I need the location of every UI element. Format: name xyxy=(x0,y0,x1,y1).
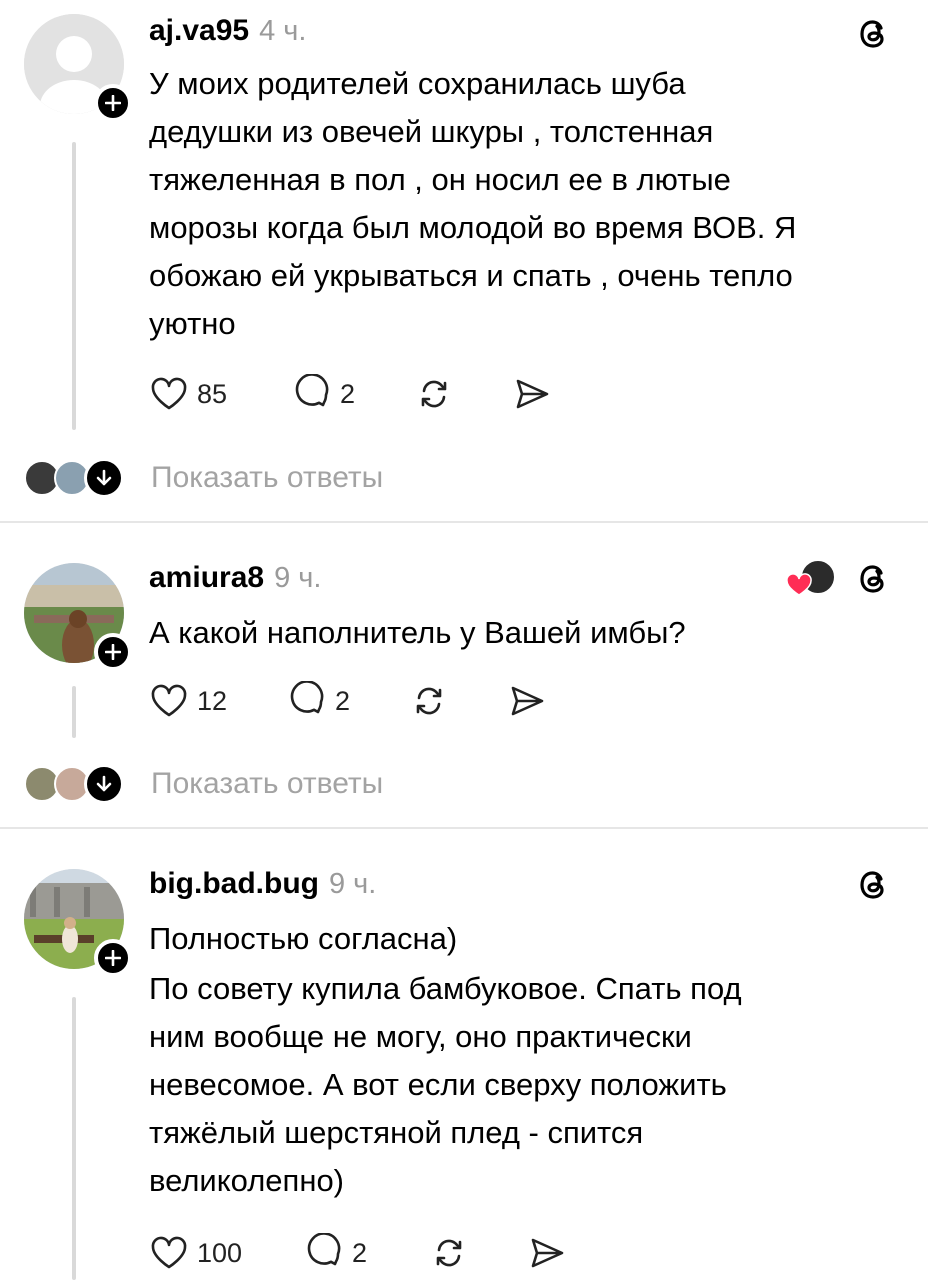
replies-row[interactable]: Показать ответы xyxy=(24,458,454,498)
post-line: обожаю ей укрываться и спать , очень теп… xyxy=(149,258,793,293)
arrow-down-icon xyxy=(96,469,112,486)
threads-logo-icon[interactable] xyxy=(854,559,894,599)
plus-icon xyxy=(105,644,121,660)
liked-by-author-indicator xyxy=(786,559,836,599)
show-replies-link[interactable]: Показать ответы xyxy=(151,461,383,495)
follow-button[interactable] xyxy=(94,939,132,977)
repost-button[interactable] xyxy=(429,1233,527,1273)
threads-logo-icon[interactable] xyxy=(854,14,894,54)
repost-button[interactable] xyxy=(409,681,507,721)
show-replies-link[interactable]: Показать ответы xyxy=(151,767,383,801)
post-actions: 85 2 xyxy=(149,374,552,414)
username[interactable]: big.bad.bug xyxy=(149,867,319,901)
send-icon xyxy=(511,686,544,716)
avatar-wrap[interactable] xyxy=(24,563,132,671)
post-body: Полностью согласна) По совету купила бам… xyxy=(149,915,894,1205)
post-line: А какой наполнитель у Вашей имбы? xyxy=(149,615,686,650)
post-line: невесомое. А вот если сверху положить xyxy=(149,1067,727,1102)
post-line: морозы когда был молодой во время ВОВ. Я xyxy=(149,210,797,245)
threads-logo-icon[interactable] xyxy=(854,865,894,905)
share-button[interactable] xyxy=(512,374,552,414)
post-header: amiura8 9 ч. xyxy=(149,561,321,595)
username[interactable]: aj.va95 xyxy=(149,14,249,48)
plus-icon xyxy=(105,95,121,111)
comment-count: 2 xyxy=(335,685,351,716)
post-line: ним вообще не могу, оно практически xyxy=(149,1019,692,1054)
username[interactable]: amiura8 xyxy=(149,561,264,595)
post-body: У моих родителей сохранилась шуба дедушк… xyxy=(149,60,894,348)
follow-button[interactable] xyxy=(94,84,132,122)
avatar-wrap[interactable] xyxy=(24,14,132,122)
post-1: aj.va95 4 ч. У моих родителей сохранилас… xyxy=(0,0,928,520)
avatar-wrap[interactable] xyxy=(24,869,132,977)
timestamp: 9 ч. xyxy=(328,868,377,900)
post-header: big.bad.bug 9 ч. xyxy=(149,867,376,901)
post-line: уютно xyxy=(149,306,236,341)
comment-count: 2 xyxy=(340,378,356,409)
post-actions: 12 2 xyxy=(149,681,547,721)
post-line: тяжеленная в пол , он носил ее в лютые xyxy=(149,162,731,197)
like-count: 12 xyxy=(197,685,228,716)
heart-filled-icon xyxy=(786,573,812,596)
comment-button[interactable]: 2 xyxy=(304,1233,429,1273)
arrow-down-icon xyxy=(96,775,112,792)
share-button[interactable] xyxy=(527,1233,567,1273)
reply-avatars xyxy=(24,458,124,498)
timestamp: 4 ч. xyxy=(259,15,307,47)
like-button[interactable]: 100 xyxy=(149,1233,304,1273)
plus-icon xyxy=(105,950,121,966)
comment-bubble-icon xyxy=(290,681,324,714)
send-icon xyxy=(516,379,549,409)
like-button[interactable]: 85 xyxy=(149,374,292,414)
post-line: тяжёлый шерстяной плед - спится xyxy=(149,1115,644,1150)
share-button[interactable] xyxy=(507,681,547,721)
thread-line xyxy=(72,997,76,1280)
thread-line xyxy=(72,142,76,430)
thread-line xyxy=(72,686,76,738)
heart-icon xyxy=(151,1236,187,1269)
post-line: По совету купила бамбуковое. Спать под xyxy=(149,971,742,1006)
repost-icon xyxy=(436,1239,462,1267)
post-line: У моих родителей сохранилась шуба xyxy=(149,66,686,101)
replies-row[interactable]: Показать ответы xyxy=(24,764,454,804)
repost-icon xyxy=(416,687,442,715)
comment-button[interactable]: 2 xyxy=(287,681,409,721)
heart-icon xyxy=(151,684,187,717)
follow-button[interactable] xyxy=(94,633,132,671)
like-count: 85 xyxy=(197,378,228,409)
expand-replies-button[interactable] xyxy=(84,764,124,804)
send-icon xyxy=(531,1238,564,1268)
comment-count: 2 xyxy=(352,1237,368,1268)
post-line: великолепно) xyxy=(149,1163,345,1198)
reply-avatars xyxy=(24,764,124,804)
post-header: aj.va95 4 ч. xyxy=(149,14,306,48)
post-line: дедушки из овечей шкуры , толстенная xyxy=(149,114,714,149)
post-actions: 100 2 xyxy=(149,1233,567,1273)
post-2: amiura8 9 ч. А какой наполнитель у Вашей… xyxy=(0,523,928,828)
post-line: Полностью согласна) xyxy=(149,921,458,956)
comment-bubble-icon xyxy=(295,374,329,407)
like-button[interactable]: 12 xyxy=(149,681,287,721)
repost-button[interactable] xyxy=(414,374,512,414)
timestamp: 9 ч. xyxy=(274,562,322,594)
post-body: А какой наполнитель у Вашей имбы? xyxy=(149,609,894,657)
comment-bubble-icon xyxy=(307,1233,341,1266)
repost-icon xyxy=(421,380,447,408)
like-count: 100 xyxy=(197,1237,243,1268)
comment-button[interactable]: 2 xyxy=(292,374,414,414)
expand-replies-button[interactable] xyxy=(84,458,124,498)
post-3: big.bad.bug 9 ч. Полностью согласна) По … xyxy=(0,829,928,1280)
heart-icon xyxy=(151,377,187,410)
